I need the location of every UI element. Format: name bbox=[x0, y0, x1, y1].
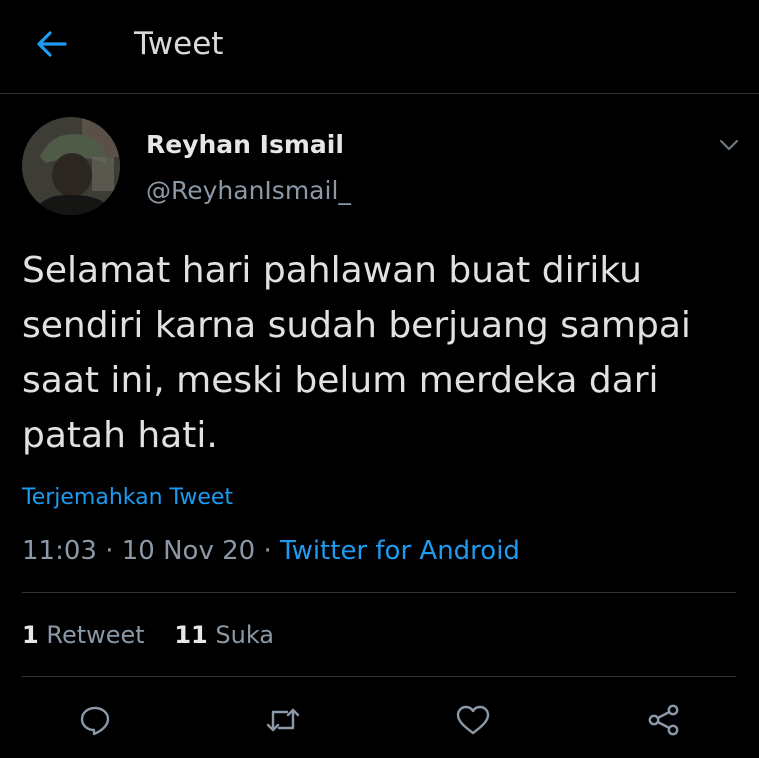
arrow-left-icon bbox=[37, 31, 67, 57]
retweets-count: 1 bbox=[22, 621, 39, 649]
likes-label: Suka bbox=[215, 621, 275, 649]
top-bar: Tweet bbox=[0, 0, 759, 94]
retweet-icon bbox=[266, 708, 300, 732]
reply-icon bbox=[80, 706, 110, 736]
like-button[interactable] bbox=[453, 700, 493, 740]
tweet-source-link[interactable]: Twitter for Android bbox=[280, 536, 520, 566]
share-button[interactable] bbox=[644, 700, 684, 740]
divider bbox=[22, 676, 736, 677]
avatar-image bbox=[22, 117, 120, 215]
meta-separator: · bbox=[105, 536, 114, 566]
retweets-label: Retweet bbox=[46, 621, 145, 649]
author-name[interactable]: Reyhan Ismail bbox=[146, 128, 344, 162]
author-handle[interactable]: @ReyhanIsmail_ bbox=[146, 174, 351, 208]
page-title: Tweet bbox=[134, 26, 224, 62]
more-options-button[interactable] bbox=[714, 134, 744, 156]
tweet-metadata: 11:03 · 10 Nov 20 · Twitter for Android bbox=[22, 533, 520, 569]
retweets-count-link[interactable]: 1 Retweet bbox=[22, 618, 145, 652]
chevron-down-icon bbox=[719, 139, 739, 151]
avatar[interactable] bbox=[22, 117, 120, 215]
reply-button[interactable] bbox=[75, 700, 115, 740]
tweet-text: Selamat hari pahlawan buat diriku sendir… bbox=[22, 250, 691, 456]
translate-tweet-link[interactable]: Terjemahkan Tweet bbox=[22, 482, 233, 514]
tweet-date: 10 Nov 20 bbox=[121, 536, 256, 566]
share-icon bbox=[648, 704, 679, 736]
divider bbox=[22, 592, 736, 593]
likes-count: 11 bbox=[174, 621, 208, 649]
like-icon bbox=[456, 705, 490, 735]
tweet-time: 11:03 bbox=[22, 536, 97, 566]
likes-count-link[interactable]: 11 Suka bbox=[174, 618, 274, 652]
meta-separator: · bbox=[263, 536, 272, 566]
retweet-button[interactable] bbox=[263, 700, 303, 740]
back-button[interactable] bbox=[30, 24, 74, 64]
tweet-stats: 1 Retweet 11 Suka bbox=[22, 618, 296, 652]
